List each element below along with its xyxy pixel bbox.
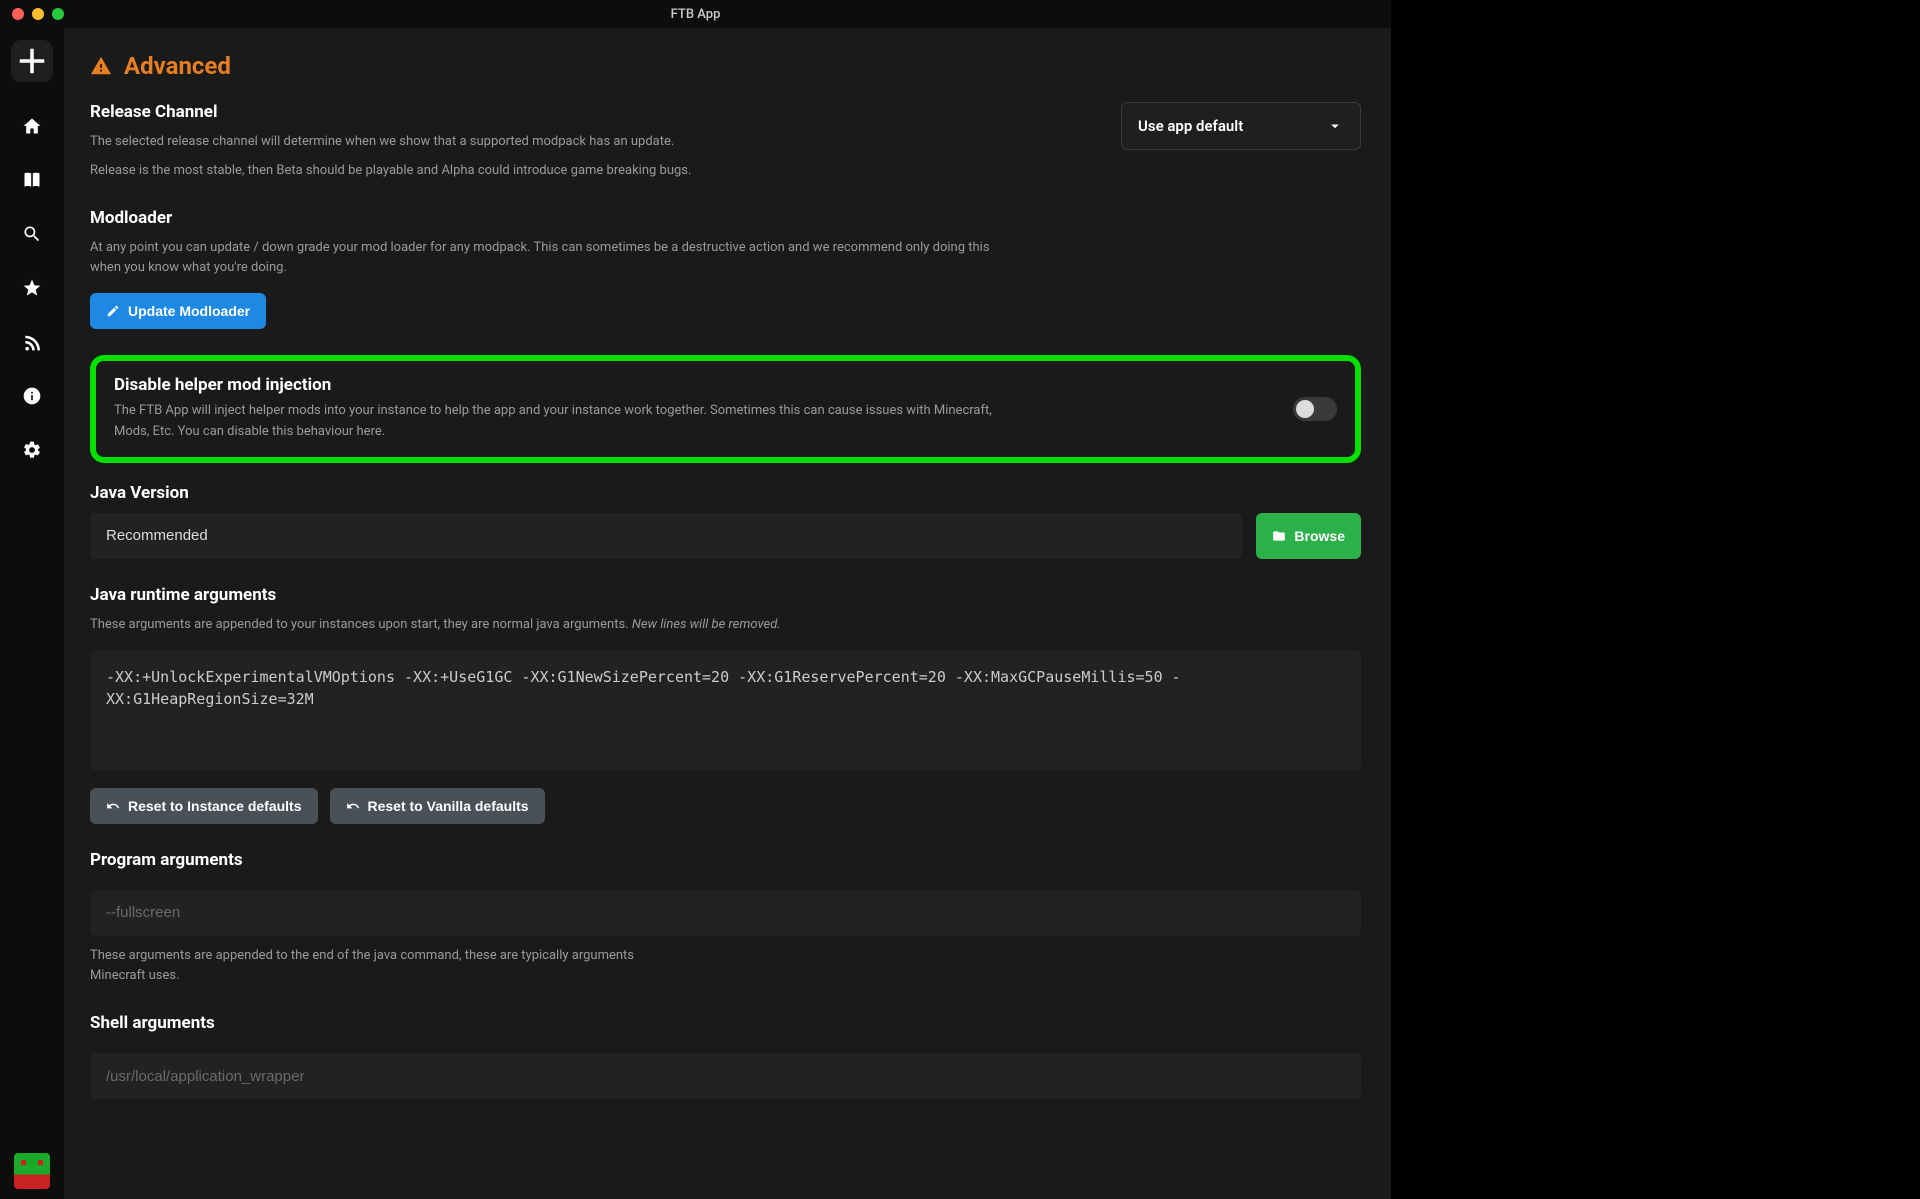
window-controls xyxy=(12,8,64,20)
minimize-window-button[interactable] xyxy=(32,8,44,20)
page-title: Advanced xyxy=(124,52,231,80)
java-version-section: Java Version Browse xyxy=(90,483,1361,559)
folder-icon xyxy=(1272,529,1286,543)
update-modloader-label: Update Modloader xyxy=(128,303,250,319)
reset-instance-label: Reset to Instance defaults xyxy=(128,798,302,814)
star-icon xyxy=(22,278,42,298)
sidebar-item-home[interactable] xyxy=(14,108,50,144)
avatar-icon xyxy=(14,1153,50,1189)
java-version-input[interactable] xyxy=(90,513,1242,559)
maximize-window-button[interactable] xyxy=(52,8,64,20)
shell-args-section: Shell arguments xyxy=(90,1013,1361,1099)
modloader-section: Modloader At any point you can update / … xyxy=(90,208,1361,330)
shell-args-title: Shell arguments xyxy=(90,1013,1361,1033)
home-icon xyxy=(22,116,42,136)
sidebar-item-info[interactable] xyxy=(14,378,50,414)
user-avatar[interactable] xyxy=(14,1153,50,1189)
page-header: Advanced xyxy=(90,52,1361,80)
disable-helper-desc: The FTB App will inject helper mods into… xyxy=(114,401,994,443)
window-title: FTB App xyxy=(671,7,721,22)
info-icon xyxy=(22,386,42,406)
reset-vanilla-label: Reset to Vanilla defaults xyxy=(368,798,529,814)
add-button[interactable] xyxy=(11,40,53,82)
book-icon xyxy=(22,170,42,190)
app-window: FTB App xyxy=(0,0,1391,1199)
reset-instance-defaults-button[interactable]: Reset to Instance defaults xyxy=(90,788,318,824)
browse-button[interactable]: Browse xyxy=(1256,513,1361,559)
sidebar-item-favorites[interactable] xyxy=(14,270,50,306)
plus-icon xyxy=(11,40,53,82)
sidebar xyxy=(0,28,64,1199)
main-content: Advanced Release Channel The selected re… xyxy=(64,28,1391,1199)
release-channel-section: Release Channel The selected release cha… xyxy=(90,102,1361,182)
runtime-args-desc: These arguments are appended to your ins… xyxy=(90,615,810,636)
program-args-title: Program arguments xyxy=(90,850,1361,870)
close-window-button[interactable] xyxy=(12,8,24,20)
undo-icon xyxy=(106,799,120,813)
java-version-title: Java Version xyxy=(90,483,1361,503)
release-channel-title: Release Channel xyxy=(90,102,1097,122)
chevron-down-icon xyxy=(1326,117,1344,135)
disable-helper-title: Disable helper mod injection xyxy=(114,375,1269,395)
sidebar-item-settings[interactable] xyxy=(14,432,50,468)
release-channel-desc1: The selected release channel will determ… xyxy=(90,132,810,153)
shell-args-input[interactable] xyxy=(90,1053,1361,1099)
reset-vanilla-defaults-button[interactable]: Reset to Vanilla defaults xyxy=(330,788,545,824)
disable-helper-section: Disable helper mod injection The FTB App… xyxy=(90,355,1361,463)
runtime-args-title: Java runtime arguments xyxy=(90,585,1361,605)
undo-icon xyxy=(346,799,360,813)
runtime-args-section: Java runtime arguments These arguments a… xyxy=(90,585,1361,824)
app-body: Advanced Release Channel The selected re… xyxy=(0,28,1391,1199)
disable-helper-toggle[interactable] xyxy=(1293,397,1337,421)
titlebar: FTB App xyxy=(0,0,1391,28)
rss-icon xyxy=(22,332,42,352)
program-args-desc: These arguments are appended to the end … xyxy=(90,946,650,988)
sidebar-item-search[interactable] xyxy=(14,216,50,252)
browse-label: Browse xyxy=(1294,528,1345,544)
modloader-title: Modloader xyxy=(90,208,1361,228)
release-channel-dropdown[interactable]: Use app default xyxy=(1121,102,1361,150)
runtime-args-textarea[interactable] xyxy=(90,650,1361,770)
toggle-knob xyxy=(1296,400,1314,418)
sidebar-item-library[interactable] xyxy=(14,162,50,198)
sidebar-item-news[interactable] xyxy=(14,324,50,360)
modloader-desc: At any point you can update / down grade… xyxy=(90,238,1010,280)
program-args-section: Program arguments These arguments are ap… xyxy=(90,850,1361,988)
gear-icon xyxy=(22,440,42,460)
update-modloader-button[interactable]: Update Modloader xyxy=(90,293,266,329)
release-channel-desc2: Release is the most stable, then Beta sh… xyxy=(90,161,810,182)
warning-icon xyxy=(90,55,112,77)
program-args-input[interactable] xyxy=(90,890,1361,936)
search-icon xyxy=(22,224,42,244)
pencil-icon xyxy=(106,304,120,318)
release-channel-value: Use app default xyxy=(1138,117,1243,135)
